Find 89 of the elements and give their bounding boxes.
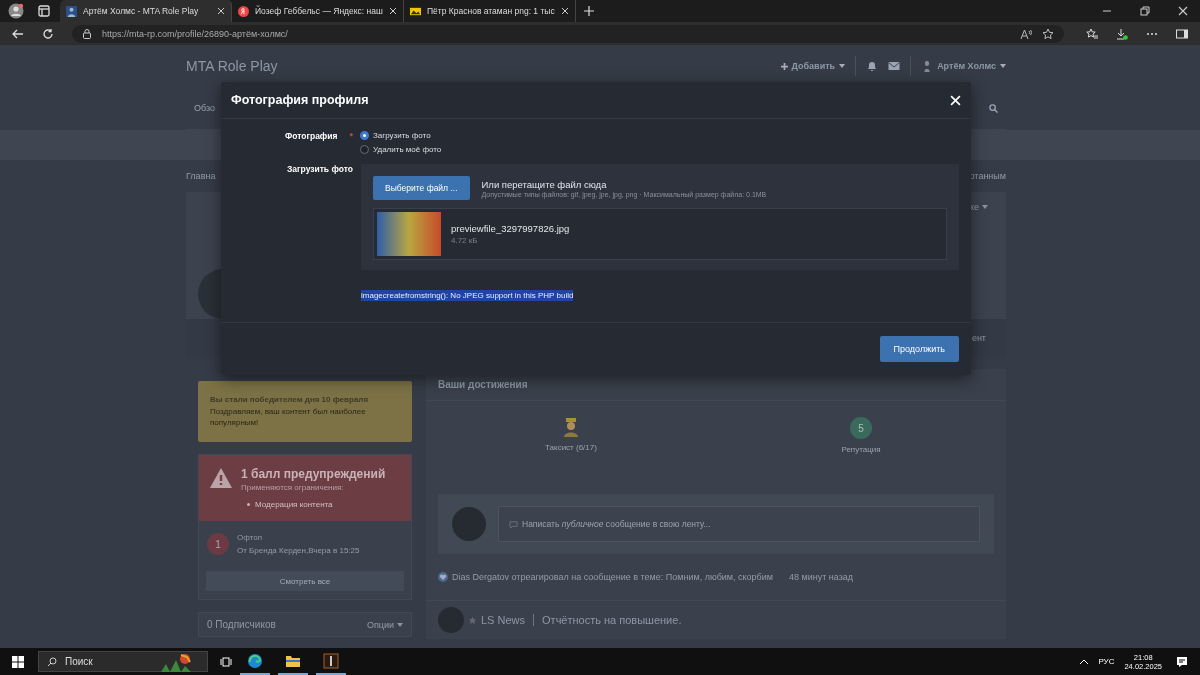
cover-button[interactable]: ент [971,333,986,343]
warning-subtitle: Применяются ограничения: [241,483,345,493]
star-icon[interactable] [1042,27,1054,40]
download-icon[interactable] [1116,27,1128,40]
person-icon [66,5,77,17]
plus-icon [780,62,788,70]
activity-time: 48 минут назад [788,572,853,582]
radio-option[interactable]: Загрузить фото [360,131,959,140]
site-title[interactable]: MTA Role Play [186,58,278,74]
letter-circle-icon [238,5,249,17]
field-label: Загрузить фото [286,164,353,176]
restore-icon[interactable] [1140,6,1150,16]
warning-entry-meta: От Бренда Керден,Вчера в 15:25 [237,546,360,556]
read-aloud-icon[interactable] [1020,27,1032,40]
app-icon [323,652,339,669]
field-label: Фотография [284,131,338,143]
close-icon[interactable] [561,7,569,15]
browser-tab[interactable]: Артём Холмс - MTA Role Play [60,0,232,22]
reload-icon[interactable] [42,27,54,40]
back-icon[interactable] [12,27,24,40]
breadcrumb-link[interactable]: Главна [186,171,216,181]
notice-text: Поздравляем, ваш контент был наиболее популярным! [210,406,367,429]
radio-button[interactable] [360,131,369,140]
caret-icon [397,622,403,627]
continue-button[interactable]: Продолжить [879,336,959,362]
status-input-field[interactable]: Написать публичное сообщение в свою ленту... [498,506,980,542]
url-text: https://mta-rp.com/profile/26890-артём-холмс/ [102,28,288,39]
post-author[interactable]: LS News [481,614,526,626]
warning-title: 1 балл предупреждений [241,467,386,482]
reputation-badge: 5 [850,417,872,439]
language-indicator[interactable]: РУС [1098,657,1115,666]
mail-icon[interactable] [888,60,901,72]
heart-icon [438,572,448,582]
wave-logo-icon [247,652,263,669]
file-name: previewfile_3297997826.jpg [451,223,570,234]
cover-options-link[interactable]: ке [969,202,979,212]
tab-actions-icon[interactable] [38,5,50,17]
options-menu[interactable]: Опции [366,619,394,630]
windows-icon[interactable] [12,655,24,668]
warning-icon [209,467,233,490]
lock-icon [82,28,92,39]
photo-placeholder [377,212,441,256]
taskbar-search-field[interactable]: Поиск [38,651,208,672]
restriction-item: Модерация контента [255,500,333,510]
followers-title: 0 Подписчиков [207,619,277,631]
drop-hint-text: Или перетащите файл сюда [481,178,608,190]
warning-entry-title[interactable]: Офтоп [237,533,360,543]
activity-text: Dias Dergatov отреагировал на сообщение в теме: Помним, любим, скорбим [452,572,773,582]
user-menu[interactable]: Артём Холмс [921,60,1006,72]
achievement-label: Репутация [841,445,881,454]
warning-points-badge: 1 [207,533,229,556]
breadcrumb-link[interactable]: отанным [969,171,1006,181]
achievement-label: Таксист (6/17) [545,443,597,452]
taxi-driver-icon [561,417,581,437]
view-all-button[interactable]: Смотреть все [206,571,404,592]
avatar-placeholder [452,507,486,541]
notification-icon[interactable] [1176,655,1188,668]
speech-bubble-icon [509,519,518,529]
caret-up-icon[interactable] [1080,657,1089,666]
radio-button[interactable] [360,145,369,154]
sidebar-icon[interactable] [1176,27,1188,40]
star-icon [468,615,477,625]
bell-icon[interactable] [866,60,879,72]
profile-icon[interactable] [8,3,24,19]
add-menu[interactable]: Добавить [780,61,846,71]
close-icon[interactable] [389,7,397,15]
close-icon[interactable] [1178,6,1188,16]
caret-icon [1000,64,1006,68]
task-view-icon[interactable] [220,655,232,668]
post-title[interactable]: Отчётность на повышение. [542,614,682,626]
new-tab-icon[interactable] [584,6,594,16]
file-size: 4.72 кБ [451,236,479,245]
radio-option[interactable]: Удалить моё фото [360,145,959,154]
error-message: imagecreatefromstring(): No JPEG support in this PHP build [361,290,574,301]
caret-icon [839,64,846,68]
bullet-icon [247,503,250,507]
choose-file-button[interactable]: Выберите файл ... [373,176,470,200]
address-bar[interactable]: https://mta-rp.com/profile/26890-артём-холмс/ [72,24,1064,43]
avatar-placeholder [438,607,464,633]
dialog-title: Фотография профиля [231,93,369,107]
caret-icon [982,205,988,209]
search-icon [47,656,57,667]
nav-tab[interactable]: Обзо [194,103,215,113]
search-icon[interactable] [989,103,998,113]
required-mark: * [349,131,353,143]
favorites-icon[interactable] [1086,27,1098,40]
notice-title: Вы стали победителем дня 10 февраля [210,395,370,404]
image-icon [410,5,421,17]
close-icon[interactable] [217,7,225,15]
